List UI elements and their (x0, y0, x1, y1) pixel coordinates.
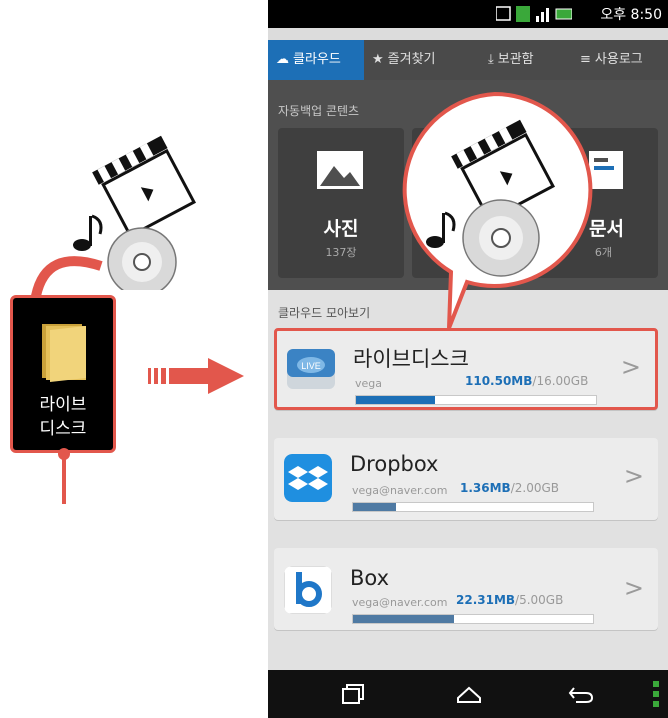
photo-card[interactable]: 사진 137장 (278, 128, 404, 278)
live-disk-icon: LIVE (287, 349, 335, 389)
service-row-box[interactable]: Box vega@naver.com 22.31MB/5.00GB > (274, 548, 658, 630)
tab-cloud[interactable]: ☁ 클라우드 (268, 40, 364, 80)
storage-progress-bar (355, 395, 597, 405)
status-icons (496, 6, 572, 22)
star-icon: ★ (372, 52, 384, 67)
disc-icon (462, 199, 540, 277)
tab-bar: ☁ 클라우드 ★ 즐겨찾기 ⤓ 보관함 ≡ 사용로그 (268, 40, 668, 80)
live-disk-folder[interactable]: 라이브 디스크 (10, 295, 116, 453)
service-usage: 110.50MB/16.00GB (465, 374, 589, 388)
dropbox-icon (284, 454, 332, 502)
callout-bubble (402, 92, 593, 329)
status-time: 오후 8:50 (600, 7, 662, 23)
chevron-right-icon: > (623, 574, 644, 602)
service-row-live-disk[interactable]: LIVE 라이브디스크 vega 110.50MB/16.00GB > (274, 328, 658, 410)
network-icon (516, 6, 530, 22)
cloud-icon: ☁ (276, 52, 289, 67)
storage-progress-bar (352, 614, 594, 624)
tab-storage[interactable]: ⤓ 보관함 (488, 40, 572, 80)
folder-label-line1: 라이브 (39, 395, 87, 415)
music-note-icon (73, 214, 103, 251)
disc-icon (107, 227, 177, 290)
service-account: vega (355, 377, 383, 390)
menu-icon[interactable] (652, 680, 660, 708)
tab-favorites[interactable]: ★ 즐겨찾기 (372, 40, 482, 80)
storage-progress-bar (352, 502, 594, 512)
service-usage: 1.36MB/2.00GB (460, 481, 559, 495)
service-account: vega@naver.com (352, 596, 448, 609)
service-name: Dropbox (350, 452, 439, 476)
folder-icon (42, 324, 86, 382)
chevron-right-icon: > (623, 462, 644, 490)
service-name: Box (350, 566, 390, 590)
service-usage: 22.31MB/5.00GB (456, 593, 564, 607)
navigation-bar (268, 670, 668, 718)
pointer-line (62, 458, 66, 504)
photo-icon (317, 151, 363, 189)
notification-icon (496, 6, 511, 21)
service-name: 라이브디스크 (353, 347, 469, 371)
service-account: vega@naver.com (352, 484, 448, 497)
battery-icon (555, 8, 572, 20)
auto-backup-title: 자동백업 콘텐츠 (278, 104, 360, 118)
photo-card-label: 사진 (323, 218, 359, 240)
home-icon[interactable] (456, 684, 482, 704)
service-row-dropbox[interactable]: Dropbox vega@naver.com 1.36MB/2.00GB > (274, 438, 658, 520)
cloud-overview-title: 클라우드 모아보기 (278, 306, 371, 320)
svg-text:LIVE: LIVE (301, 361, 321, 371)
list-icon: ≡ (580, 52, 591, 67)
back-icon[interactable] (568, 684, 594, 704)
clapperboard-icon (92, 135, 197, 238)
chevron-right-icon: > (620, 353, 641, 381)
recent-apps-icon[interactable] (342, 684, 364, 704)
status-bar: 오후 8:50 (268, 0, 668, 28)
download-icon: ⤓ (488, 52, 494, 67)
folder-label-line2: 디스크 (39, 419, 87, 439)
box-icon (284, 566, 332, 614)
tab-usage-log[interactable]: ≡ 사용로그 (580, 40, 668, 80)
signal-icon (536, 8, 549, 22)
right-arrow-icon (148, 358, 244, 394)
photo-card-count: 137장 (325, 246, 357, 259)
